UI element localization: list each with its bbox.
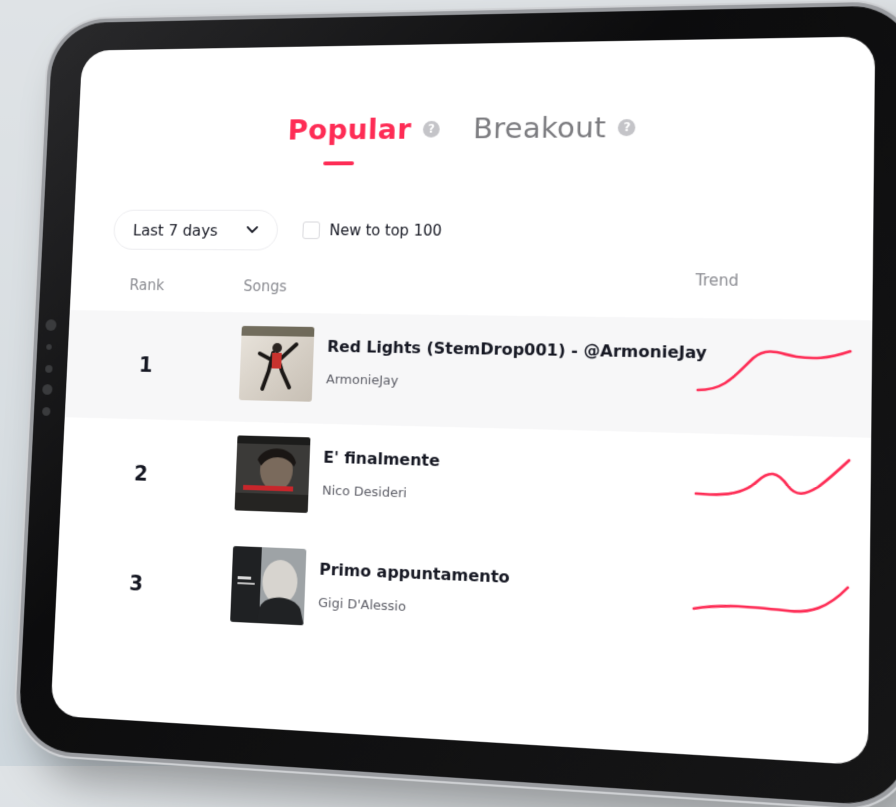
help-icon[interactable]: ? xyxy=(618,118,636,136)
trend-sparkline xyxy=(689,569,852,650)
rank-number: 2 xyxy=(133,461,149,486)
chevron-down-icon xyxy=(246,223,258,238)
song-title[interactable]: Red Lights (StemDrop001) - @ArmonieJay xyxy=(327,337,707,362)
app-screen: Popular ? Breakout ? Last 7 days New to … xyxy=(50,36,876,766)
trend-column-header: Trend xyxy=(695,271,739,290)
new-to-top-label: New to top 100 xyxy=(329,221,443,240)
tablet-device: Popular ? Breakout ? Last 7 days New to … xyxy=(17,5,896,807)
table-header: Rank Songs Trend xyxy=(70,271,873,314)
rank-column-header: Rank xyxy=(129,276,165,294)
filter-bar: Last 7 days New to top 100 xyxy=(112,209,443,252)
artist-name[interactable]: Nico Desideri xyxy=(322,484,407,502)
song-title[interactable]: E' finalmente xyxy=(323,448,440,470)
album-cover xyxy=(234,435,311,513)
album-cover xyxy=(230,546,307,626)
song-list: 1 Red Lights (StemDrop001) - @ArmonieJay… xyxy=(54,310,873,677)
artist-name[interactable]: ArmonieJay xyxy=(326,372,399,388)
trend-sparkline xyxy=(693,337,855,413)
song-title[interactable]: Primo appuntamento xyxy=(319,560,510,587)
album-cover xyxy=(238,325,315,402)
rank-number: 1 xyxy=(138,353,154,377)
tab-breakout[interactable]: Breakout ? xyxy=(473,110,636,145)
period-dropdown[interactable]: Last 7 days xyxy=(112,209,279,251)
trend-sparkline xyxy=(691,452,853,531)
table-row[interactable]: 1 Red Lights (StemDrop001) - @ArmonieJay… xyxy=(64,310,873,438)
rank-number: 3 xyxy=(128,571,144,596)
tab-popular-label: Popular xyxy=(287,112,412,147)
help-icon[interactable]: ? xyxy=(422,120,440,138)
tab-breakout-label: Breakout xyxy=(472,110,607,146)
artist-name[interactable]: Gigi D'Alessio xyxy=(318,596,406,615)
new-to-top-checkbox[interactable] xyxy=(302,221,321,240)
songs-column-header: Songs xyxy=(243,277,288,296)
active-tab-indicator xyxy=(322,161,354,166)
new-to-top-filter[interactable]: New to top 100 xyxy=(302,221,443,240)
tab-popular[interactable]: Popular ? xyxy=(287,112,440,166)
period-value: Last 7 days xyxy=(132,220,219,240)
tab-bar: Popular ? Breakout ? xyxy=(78,108,875,166)
